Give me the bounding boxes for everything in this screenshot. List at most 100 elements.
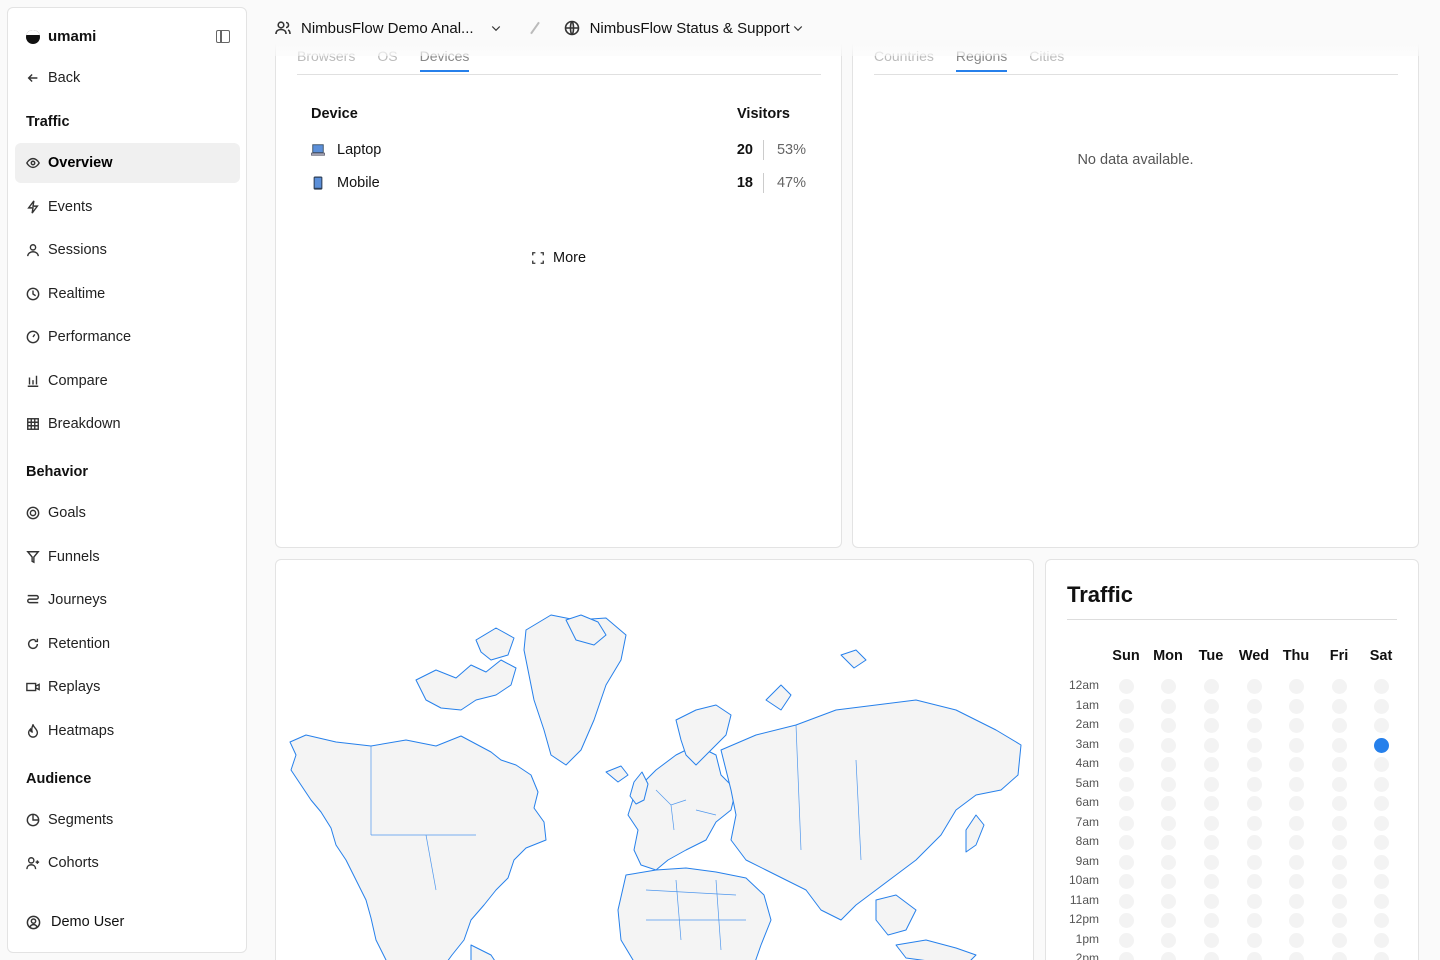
heatmap-cell[interactable] (1332, 679, 1347, 694)
heatmap-cell[interactable] (1247, 718, 1262, 733)
heatmap-cell[interactable] (1289, 854, 1304, 870)
sidebar-item-performance[interactable]: Performance (15, 317, 240, 357)
sidebar-item-segments[interactable]: Segments (15, 800, 240, 840)
heatmap-cell[interactable] (1204, 679, 1219, 694)
heatmap-cell[interactable] (1374, 893, 1389, 909)
heatmap-cell[interactable] (1161, 913, 1176, 928)
heatmap-cell[interactable] (1161, 718, 1176, 733)
heatmap-cell[interactable] (1247, 874, 1262, 889)
heatmap-cell[interactable] (1374, 952, 1389, 960)
heatmap-cell[interactable] (1332, 796, 1347, 811)
heatmap-cell[interactable] (1161, 737, 1176, 753)
heatmap-cell[interactable] (1289, 913, 1304, 928)
heatmap-cell[interactable] (1119, 757, 1134, 772)
heatmap-cell[interactable] (1374, 718, 1389, 733)
sidebar-item-sessions[interactable]: Sessions (15, 230, 240, 270)
heatmap-cell[interactable] (1204, 815, 1219, 831)
sidebar-item-heatmaps[interactable]: Heatmaps (15, 711, 240, 751)
heatmap-cell[interactable] (1289, 952, 1304, 960)
heatmap-cell[interactable] (1332, 757, 1347, 772)
heatmap-cell[interactable] (1374, 757, 1389, 772)
heatmap-cell[interactable] (1119, 776, 1134, 792)
sidebar-item-realtime[interactable]: Realtime (15, 274, 240, 314)
heatmap-cell[interactable] (1119, 874, 1134, 889)
sidebar-toggle-icon[interactable] (216, 30, 230, 43)
heatmap-cell[interactable] (1289, 718, 1304, 733)
heatmap-cell[interactable] (1374, 815, 1389, 831)
sidebar-item-breakdown[interactable]: Breakdown (15, 404, 240, 444)
heatmap-cell[interactable] (1204, 737, 1219, 753)
heatmap-cell[interactable] (1374, 913, 1389, 928)
brand[interactable]: umami (26, 28, 96, 45)
heatmap-cell[interactable] (1161, 854, 1176, 870)
heatmap-cell[interactable] (1247, 835, 1262, 850)
heatmap-cell[interactable] (1119, 718, 1134, 733)
heatmap-cell[interactable] (1247, 893, 1262, 909)
heatmap-cell[interactable] (1204, 757, 1219, 772)
heatmap-cell[interactable] (1119, 854, 1134, 870)
sidebar-item-journeys[interactable]: Journeys (15, 580, 240, 620)
heatmap-cell[interactable] (1161, 952, 1176, 960)
heatmap-cell[interactable] (1204, 718, 1219, 733)
more-button[interactable]: More (531, 250, 586, 266)
heatmap-cell[interactable] (1289, 679, 1304, 694)
heatmap-cell[interactable] (1374, 698, 1389, 714)
heatmap-cell[interactable] (1204, 893, 1219, 909)
heatmap-cell[interactable] (1119, 835, 1134, 850)
heatmap-cell[interactable] (1247, 952, 1262, 960)
heatmap-cell[interactable] (1204, 854, 1219, 870)
heatmap-cell[interactable] (1247, 698, 1262, 714)
sidebar-item-events[interactable]: Events (15, 187, 240, 227)
sidebar-item-funnels[interactable]: Funnels (15, 537, 240, 577)
heatmap-cell[interactable] (1161, 679, 1176, 694)
heatmap-cell[interactable] (1161, 835, 1176, 850)
heatmap-cell[interactable] (1289, 874, 1304, 889)
heatmap-cell[interactable] (1332, 874, 1347, 889)
heatmap-cell[interactable] (1247, 679, 1262, 694)
heatmap-cell[interactable] (1204, 874, 1219, 889)
heatmap-cell[interactable] (1332, 698, 1347, 714)
heatmap-cell[interactable] (1119, 952, 1134, 960)
heatmap-cell[interactable] (1289, 815, 1304, 831)
sidebar-item-retention[interactable]: Retention (15, 624, 240, 664)
sidebar-item-replays[interactable]: Replays (15, 667, 240, 707)
heatmap-cell[interactable] (1332, 913, 1347, 928)
heatmap-cell[interactable] (1289, 737, 1304, 753)
heatmap-cell[interactable] (1161, 932, 1176, 948)
heatmap-cell[interactable] (1247, 757, 1262, 772)
heatmap-cell[interactable] (1204, 952, 1219, 960)
heatmap-cell[interactable] (1247, 796, 1262, 811)
heatmap-cell[interactable] (1332, 718, 1347, 733)
heatmap-cell[interactable] (1374, 776, 1389, 792)
heatmap-cell[interactable] (1332, 893, 1347, 909)
heatmap-cell[interactable] (1247, 776, 1262, 792)
heatmap-cell[interactable] (1204, 932, 1219, 948)
heatmap-cell[interactable] (1332, 835, 1347, 850)
sidebar-item-compare[interactable]: Compare (15, 361, 240, 401)
heatmap-cell[interactable] (1161, 874, 1176, 889)
heatmap-cell[interactable] (1119, 679, 1134, 694)
heatmap-cell[interactable] (1374, 854, 1389, 870)
heatmap-cell[interactable] (1161, 698, 1176, 714)
heatmap-cell[interactable] (1247, 737, 1262, 753)
heatmap-cell[interactable] (1332, 854, 1347, 870)
heatmap-cell[interactable] (1374, 679, 1389, 694)
heatmap-cell[interactable] (1374, 737, 1389, 753)
heatmap-cell[interactable] (1332, 815, 1347, 831)
heatmap-cell[interactable] (1119, 893, 1134, 909)
back-link[interactable]: Back (15, 58, 240, 98)
heatmap-cell[interactable] (1204, 698, 1219, 714)
heatmap-cell[interactable] (1289, 835, 1304, 850)
heatmap-cell[interactable] (1247, 913, 1262, 928)
heatmap-cell[interactable] (1332, 737, 1347, 753)
heatmap-cell[interactable] (1161, 796, 1176, 811)
heatmap-cell[interactable] (1119, 815, 1134, 831)
heatmap-cell[interactable] (1374, 796, 1389, 811)
heatmap-cell[interactable] (1161, 893, 1176, 909)
team-selector-overlay[interactable]: NimbusFlow Demo Anal... (275, 20, 502, 37)
heatmap-cell[interactable] (1374, 874, 1389, 889)
heatmap-cell[interactable] (1289, 757, 1304, 772)
heatmap-cell[interactable] (1161, 815, 1176, 831)
heatmap-cell[interactable] (1374, 932, 1389, 948)
user-menu[interactable]: Demo User (26, 914, 124, 930)
